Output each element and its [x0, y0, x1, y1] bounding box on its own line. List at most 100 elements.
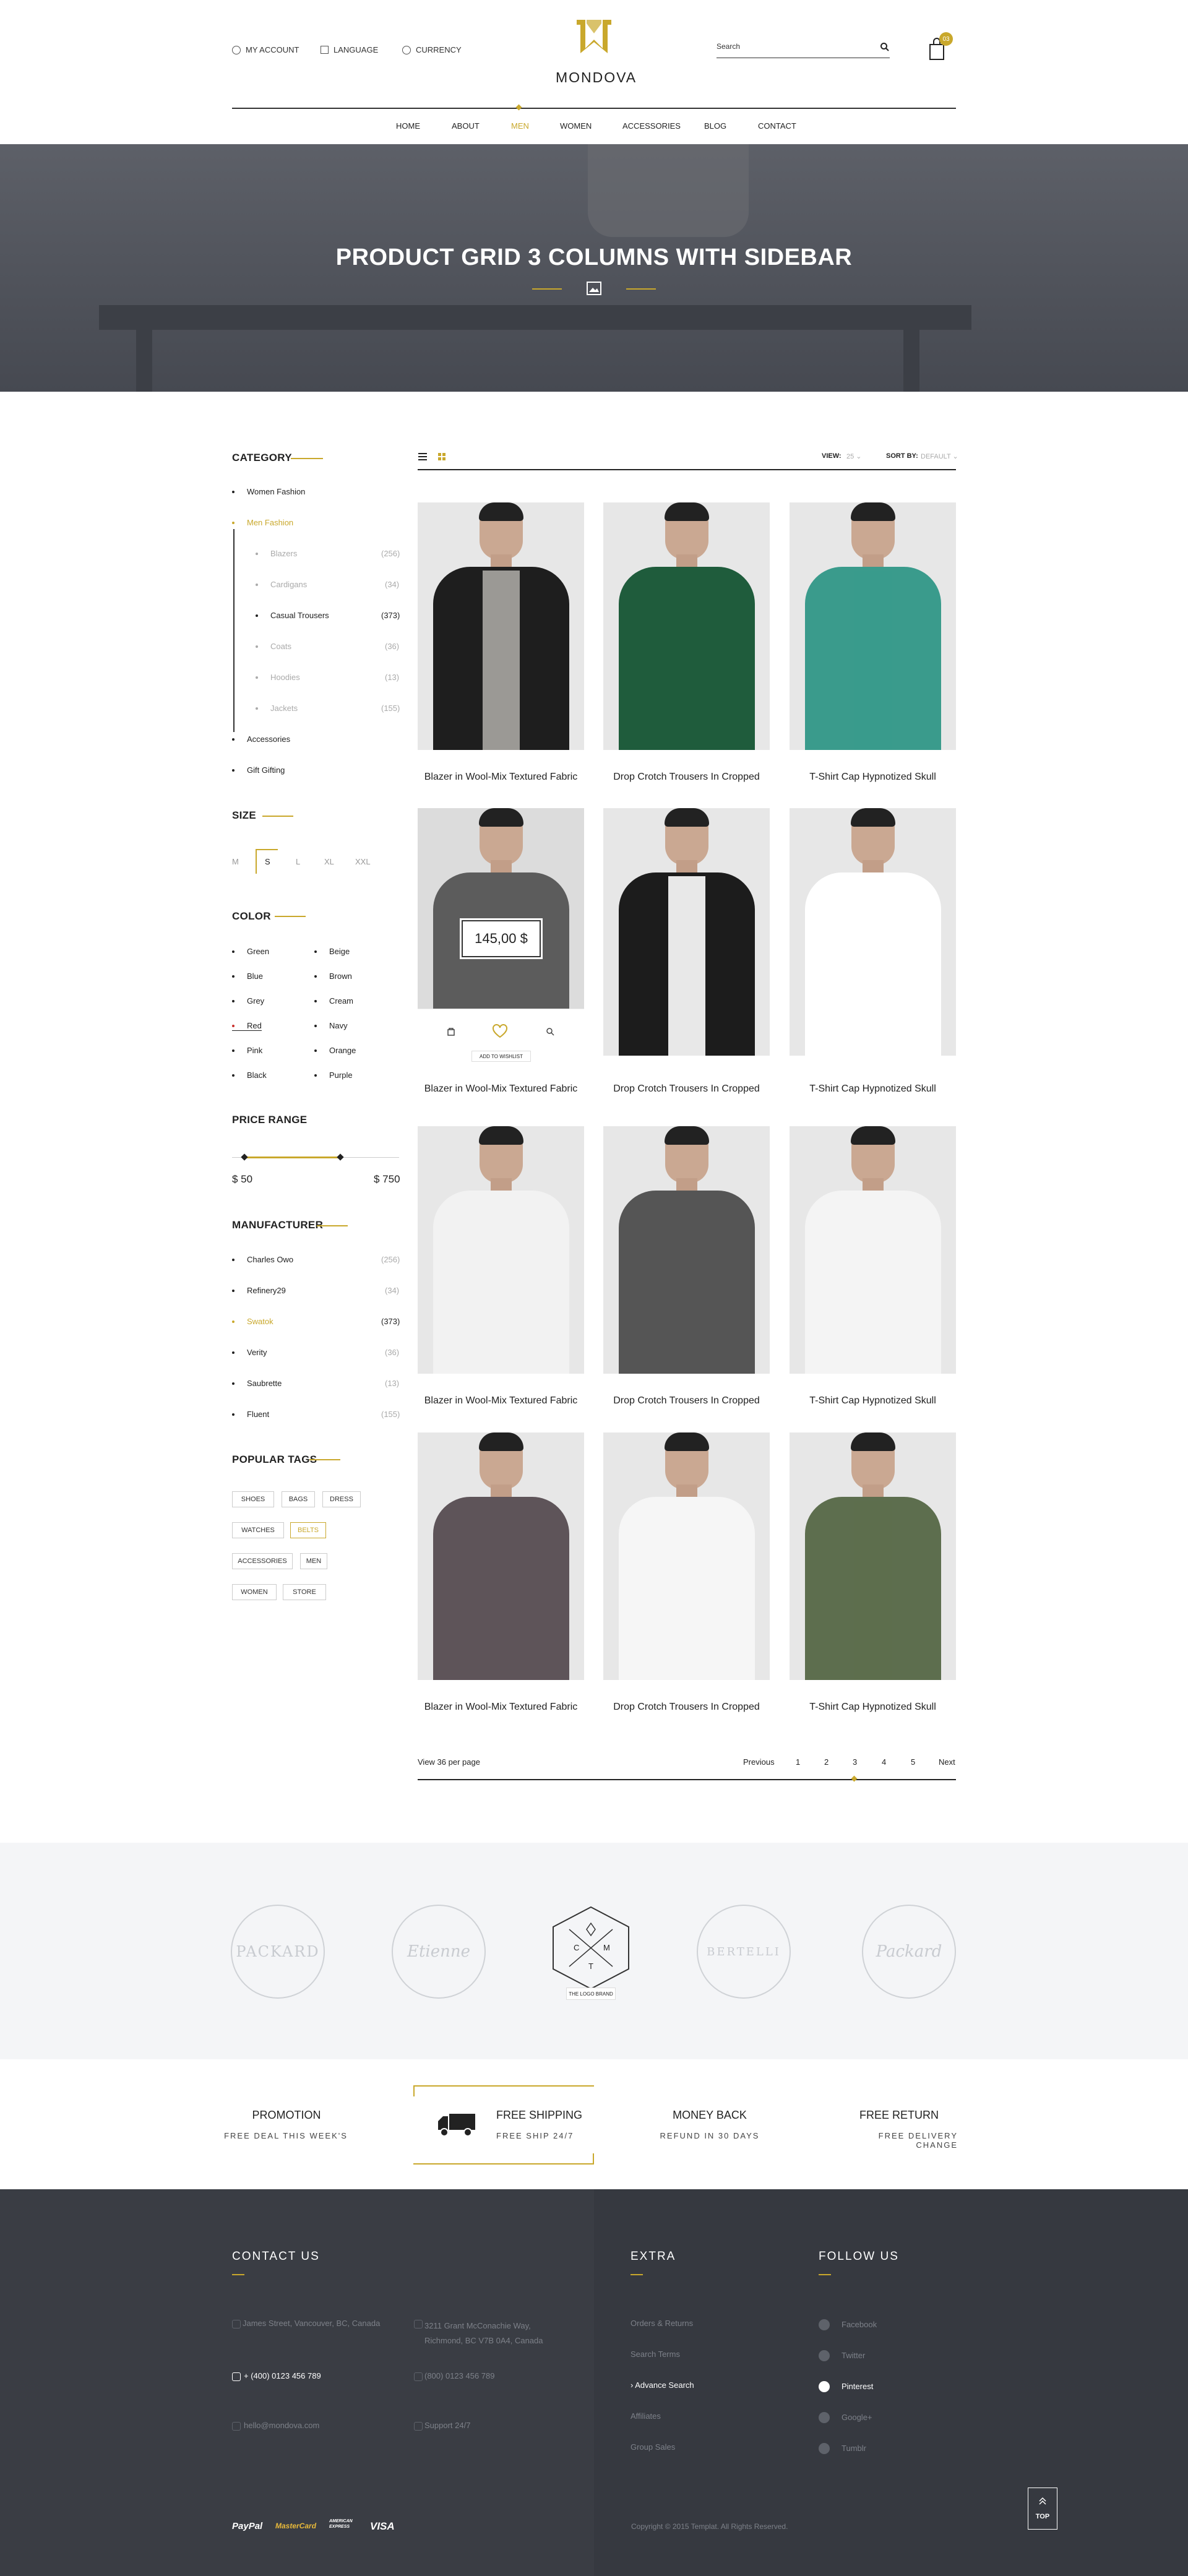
- subcategory-item[interactable]: Jackets: [256, 704, 298, 713]
- manufacturer-item[interactable]: Swatok: [232, 1317, 273, 1326]
- category-item[interactable]: Accessories: [232, 734, 290, 744]
- manufacturer-item[interactable]: Charles Owo: [232, 1255, 293, 1264]
- page-link[interactable]: 1: [796, 1757, 800, 1767]
- nav-men[interactable]: MEN: [511, 121, 529, 131]
- social-link[interactable]: Google+: [842, 2413, 872, 2422]
- tag-women[interactable]: WOMEN: [232, 1584, 277, 1600]
- previous-page-link[interactable]: Previous: [743, 1757, 775, 1767]
- list-view-icon[interactable]: [418, 453, 427, 460]
- product-name[interactable]: Drop Crotch Trousers In Cropped: [603, 1083, 770, 1095]
- product-name[interactable]: T-Shirt Cap Hypnotized Skull: [790, 1083, 956, 1095]
- product-name[interactable]: Drop Crotch Trousers In Cropped: [603, 1395, 770, 1406]
- category-item[interactable]: Gift Gifting: [232, 765, 285, 775]
- color-option-selected[interactable]: Red: [232, 1021, 262, 1031]
- color-option[interactable]: Purple: [314, 1070, 353, 1080]
- search-input[interactable]: Search: [717, 42, 740, 51]
- product-name[interactable]: Blazer in Wool-Mix Textured Fabric: [418, 772, 584, 783]
- tag-men[interactable]: MEN: [300, 1553, 327, 1569]
- product-image[interactable]: [418, 1126, 584, 1374]
- product-name[interactable]: Drop Crotch Trousers In Cropped: [603, 772, 770, 783]
- size-option[interactable]: XXL: [355, 857, 371, 866]
- sort-select[interactable]: DEFAULT ⌄: [921, 452, 958, 460]
- page-link[interactable]: 2: [824, 1757, 829, 1767]
- brand-logo[interactable]: BERTELLI: [697, 1905, 791, 1999]
- social-link-active[interactable]: Pinterest: [842, 2382, 873, 2391]
- quick-view-icon[interactable]: [546, 1027, 554, 1036]
- wishlist-heart-icon[interactable]: [492, 1024, 508, 1039]
- language-link[interactable]: LANGUAGE: [321, 45, 378, 54]
- product-name[interactable]: Drop Crotch Trousers In Cropped: [603, 1702, 770, 1713]
- tag-store[interactable]: STORE: [283, 1584, 326, 1600]
- nav-about[interactable]: ABOUT: [452, 121, 480, 131]
- product-image[interactable]: [418, 502, 584, 750]
- category-item[interactable]: Men Fashion: [232, 518, 293, 527]
- color-option[interactable]: Black: [232, 1070, 267, 1080]
- color-option[interactable]: Blue: [232, 971, 263, 981]
- product-image[interactable]: [603, 502, 770, 750]
- page-link-current[interactable]: 3: [853, 1757, 857, 1767]
- search-field[interactable]: Search: [717, 40, 890, 58]
- subcategory-item[interactable]: Hoodies: [256, 673, 300, 682]
- product-name[interactable]: T-Shirt Cap Hypnotized Skull: [790, 1702, 956, 1713]
- subcategory-item[interactable]: Coats: [256, 642, 291, 651]
- price-handle-min[interactable]: [241, 1153, 248, 1161]
- footer-link-active[interactable]: › Advance Search: [631, 2380, 694, 2390]
- color-option[interactable]: Cream: [314, 996, 353, 1006]
- product-name[interactable]: Blazer in Wool-Mix Textured Fabric: [418, 1395, 584, 1406]
- product-image[interactable]: [418, 808, 584, 1009]
- category-item[interactable]: Women Fashion: [232, 487, 305, 496]
- product-name[interactable]: T-Shirt Cap Hypnotized Skull: [790, 1395, 956, 1406]
- subcategory-item[interactable]: Blazers: [256, 549, 297, 558]
- tag-dress[interactable]: DRESS: [322, 1491, 361, 1507]
- currency-link[interactable]: CURRENCY: [402, 45, 462, 54]
- product-image[interactable]: [603, 1432, 770, 1680]
- view-select[interactable]: 25 ⌄: [846, 452, 862, 460]
- footer-link[interactable]: Orders & Returns: [631, 2319, 693, 2328]
- nav-home[interactable]: HOME: [396, 121, 420, 131]
- phone-1[interactable]: + (400) 0123 456 789: [244, 2371, 321, 2380]
- social-link[interactable]: Twitter: [842, 2351, 865, 2360]
- footer-link[interactable]: Group Sales: [631, 2442, 675, 2452]
- product-image[interactable]: [418, 1432, 584, 1680]
- search-icon[interactable]: [880, 42, 890, 52]
- tag-belts[interactable]: BELTS: [290, 1522, 326, 1538]
- product-name[interactable]: T-Shirt Cap Hypnotized Skull: [790, 772, 956, 783]
- page-link[interactable]: 4: [882, 1757, 886, 1767]
- footer-link[interactable]: Affiliates: [631, 2411, 661, 2421]
- manufacturer-item[interactable]: Saubrette: [232, 1379, 282, 1388]
- social-link[interactable]: Tumblr: [842, 2444, 866, 2453]
- next-page-link[interactable]: Next: [939, 1757, 955, 1767]
- tag-shoes[interactable]: SHOES: [232, 1491, 274, 1507]
- product-name[interactable]: Blazer in Wool-Mix Textured Fabric: [418, 1702, 584, 1713]
- brand-logo-active[interactable]: C M T A THE LOGO BRAND: [544, 1905, 637, 2004]
- manufacturer-item[interactable]: Verity: [232, 1348, 267, 1357]
- color-option[interactable]: Beige: [314, 947, 350, 956]
- brand-logo[interactable]: PACKARD: [231, 1905, 325, 1999]
- nav-accessories[interactable]: ACCESSORIES: [622, 121, 681, 131]
- size-option[interactable]: XL: [324, 857, 334, 866]
- product-image[interactable]: [603, 1126, 770, 1374]
- logo[interactable]: [573, 17, 615, 68]
- product-name[interactable]: Blazer in Wool-Mix Textured Fabric: [418, 1083, 584, 1095]
- manufacturer-item[interactable]: Refinery29: [232, 1286, 286, 1295]
- product-image[interactable]: [790, 1432, 956, 1680]
- size-option[interactable]: M: [232, 857, 239, 866]
- back-to-top-button[interactable]: TOP: [1028, 2488, 1057, 2530]
- nav-blog[interactable]: BLOG: [704, 121, 726, 131]
- color-option[interactable]: Grey: [232, 996, 264, 1006]
- grid-view-icon[interactable]: [438, 453, 446, 460]
- subcategory-item[interactable]: Casual Trousers: [256, 611, 329, 620]
- color-option[interactable]: Orange: [314, 1046, 356, 1055]
- footer-link[interactable]: Search Terms: [631, 2350, 680, 2359]
- brand-logo[interactable]: Packard: [862, 1905, 956, 1999]
- color-option[interactable]: Pink: [232, 1046, 262, 1055]
- manufacturer-item[interactable]: Fluent: [232, 1410, 269, 1419]
- tag-accessories[interactable]: ACCESSORIES: [232, 1553, 293, 1569]
- size-option-selected[interactable]: S: [265, 857, 270, 866]
- my-account-link[interactable]: MY ACCOUNT: [232, 45, 299, 54]
- subcategory-item[interactable]: Cardigans: [256, 580, 307, 589]
- product-image[interactable]: [790, 808, 956, 1056]
- add-to-wishlist-tooltip[interactable]: ADD TO WISHLIST: [471, 1051, 531, 1062]
- social-link[interactable]: Facebook: [842, 2320, 877, 2329]
- phone-2[interactable]: (800) 0123 456 789: [424, 2371, 494, 2380]
